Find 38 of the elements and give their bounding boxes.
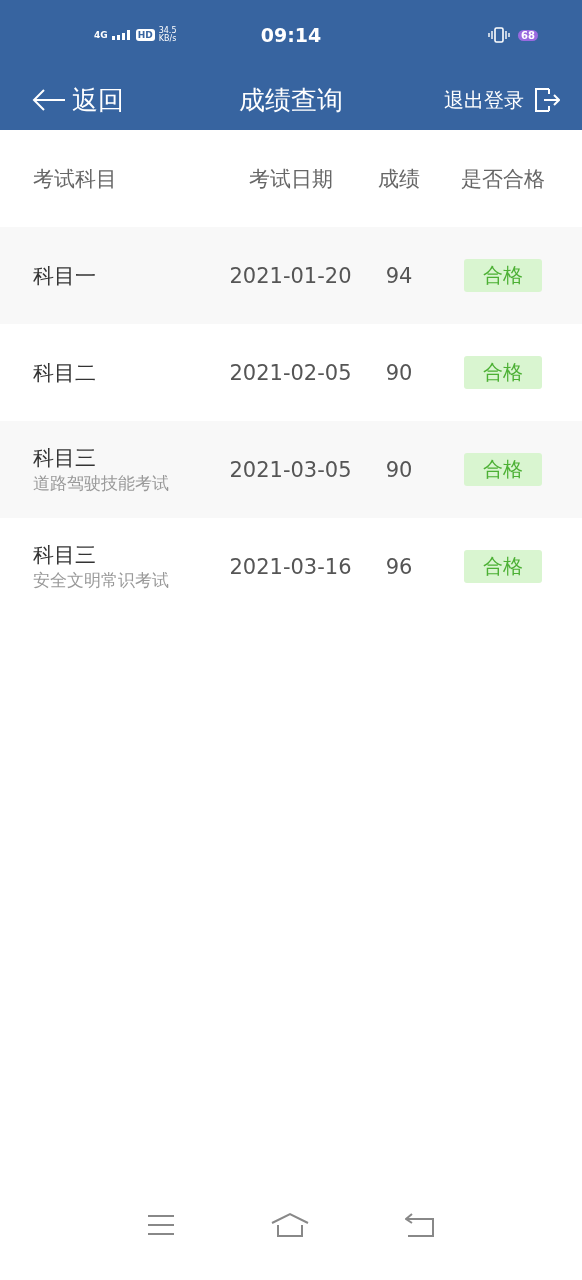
column-header: 成绩	[378, 165, 420, 193]
subject-note: 安全文明常识考试	[33, 569, 169, 592]
home-icon[interactable]	[270, 1212, 310, 1238]
result-badge: 合格	[463, 259, 542, 292]
speed-value: 34.5	[158, 27, 177, 35]
arrow-left-icon	[32, 89, 66, 111]
logout-button[interactable]: 退出登录	[444, 86, 560, 114]
subject-name: 科目二	[33, 359, 96, 387]
result-badge: 合格	[463, 550, 542, 583]
exam-date: 2021-02-05	[229, 360, 352, 385]
logout-icon	[534, 87, 560, 113]
network-label: 4G	[94, 30, 108, 40]
exam-date: 2021-01-20	[229, 263, 352, 288]
battery-level: 68	[518, 29, 538, 41]
speed-unit: KB/s	[158, 35, 177, 43]
score: 94	[385, 263, 413, 288]
back-nav-icon[interactable]	[404, 1213, 435, 1237]
subject-name: 科目一	[33, 262, 96, 290]
column-header: 考试科目	[33, 165, 118, 193]
subject-name: 科目三	[33, 542, 96, 569]
subject-name: 科目三	[33, 445, 96, 472]
score: 96	[385, 554, 413, 579]
clock: 09:14	[260, 24, 322, 46]
column-header: 考试日期	[248, 165, 333, 193]
exam-date: 2021-03-16	[229, 554, 352, 579]
column-header: 是否合格	[460, 165, 545, 193]
hd-badge: HD	[135, 29, 155, 41]
result-badge: 合格	[463, 453, 542, 486]
score: 90	[385, 360, 413, 385]
result-badge: 合格	[463, 356, 542, 389]
subject-note: 道路驾驶技能考试	[33, 472, 169, 495]
exam-date: 2021-03-05	[229, 457, 352, 482]
back-button[interactable]: 返回	[32, 82, 124, 118]
signal-icon	[111, 30, 132, 40]
score: 90	[385, 457, 413, 482]
vibrate-icon	[488, 27, 511, 43]
page-title: 成绩查询	[239, 84, 343, 115]
menu-icon[interactable]	[147, 1214, 176, 1236]
